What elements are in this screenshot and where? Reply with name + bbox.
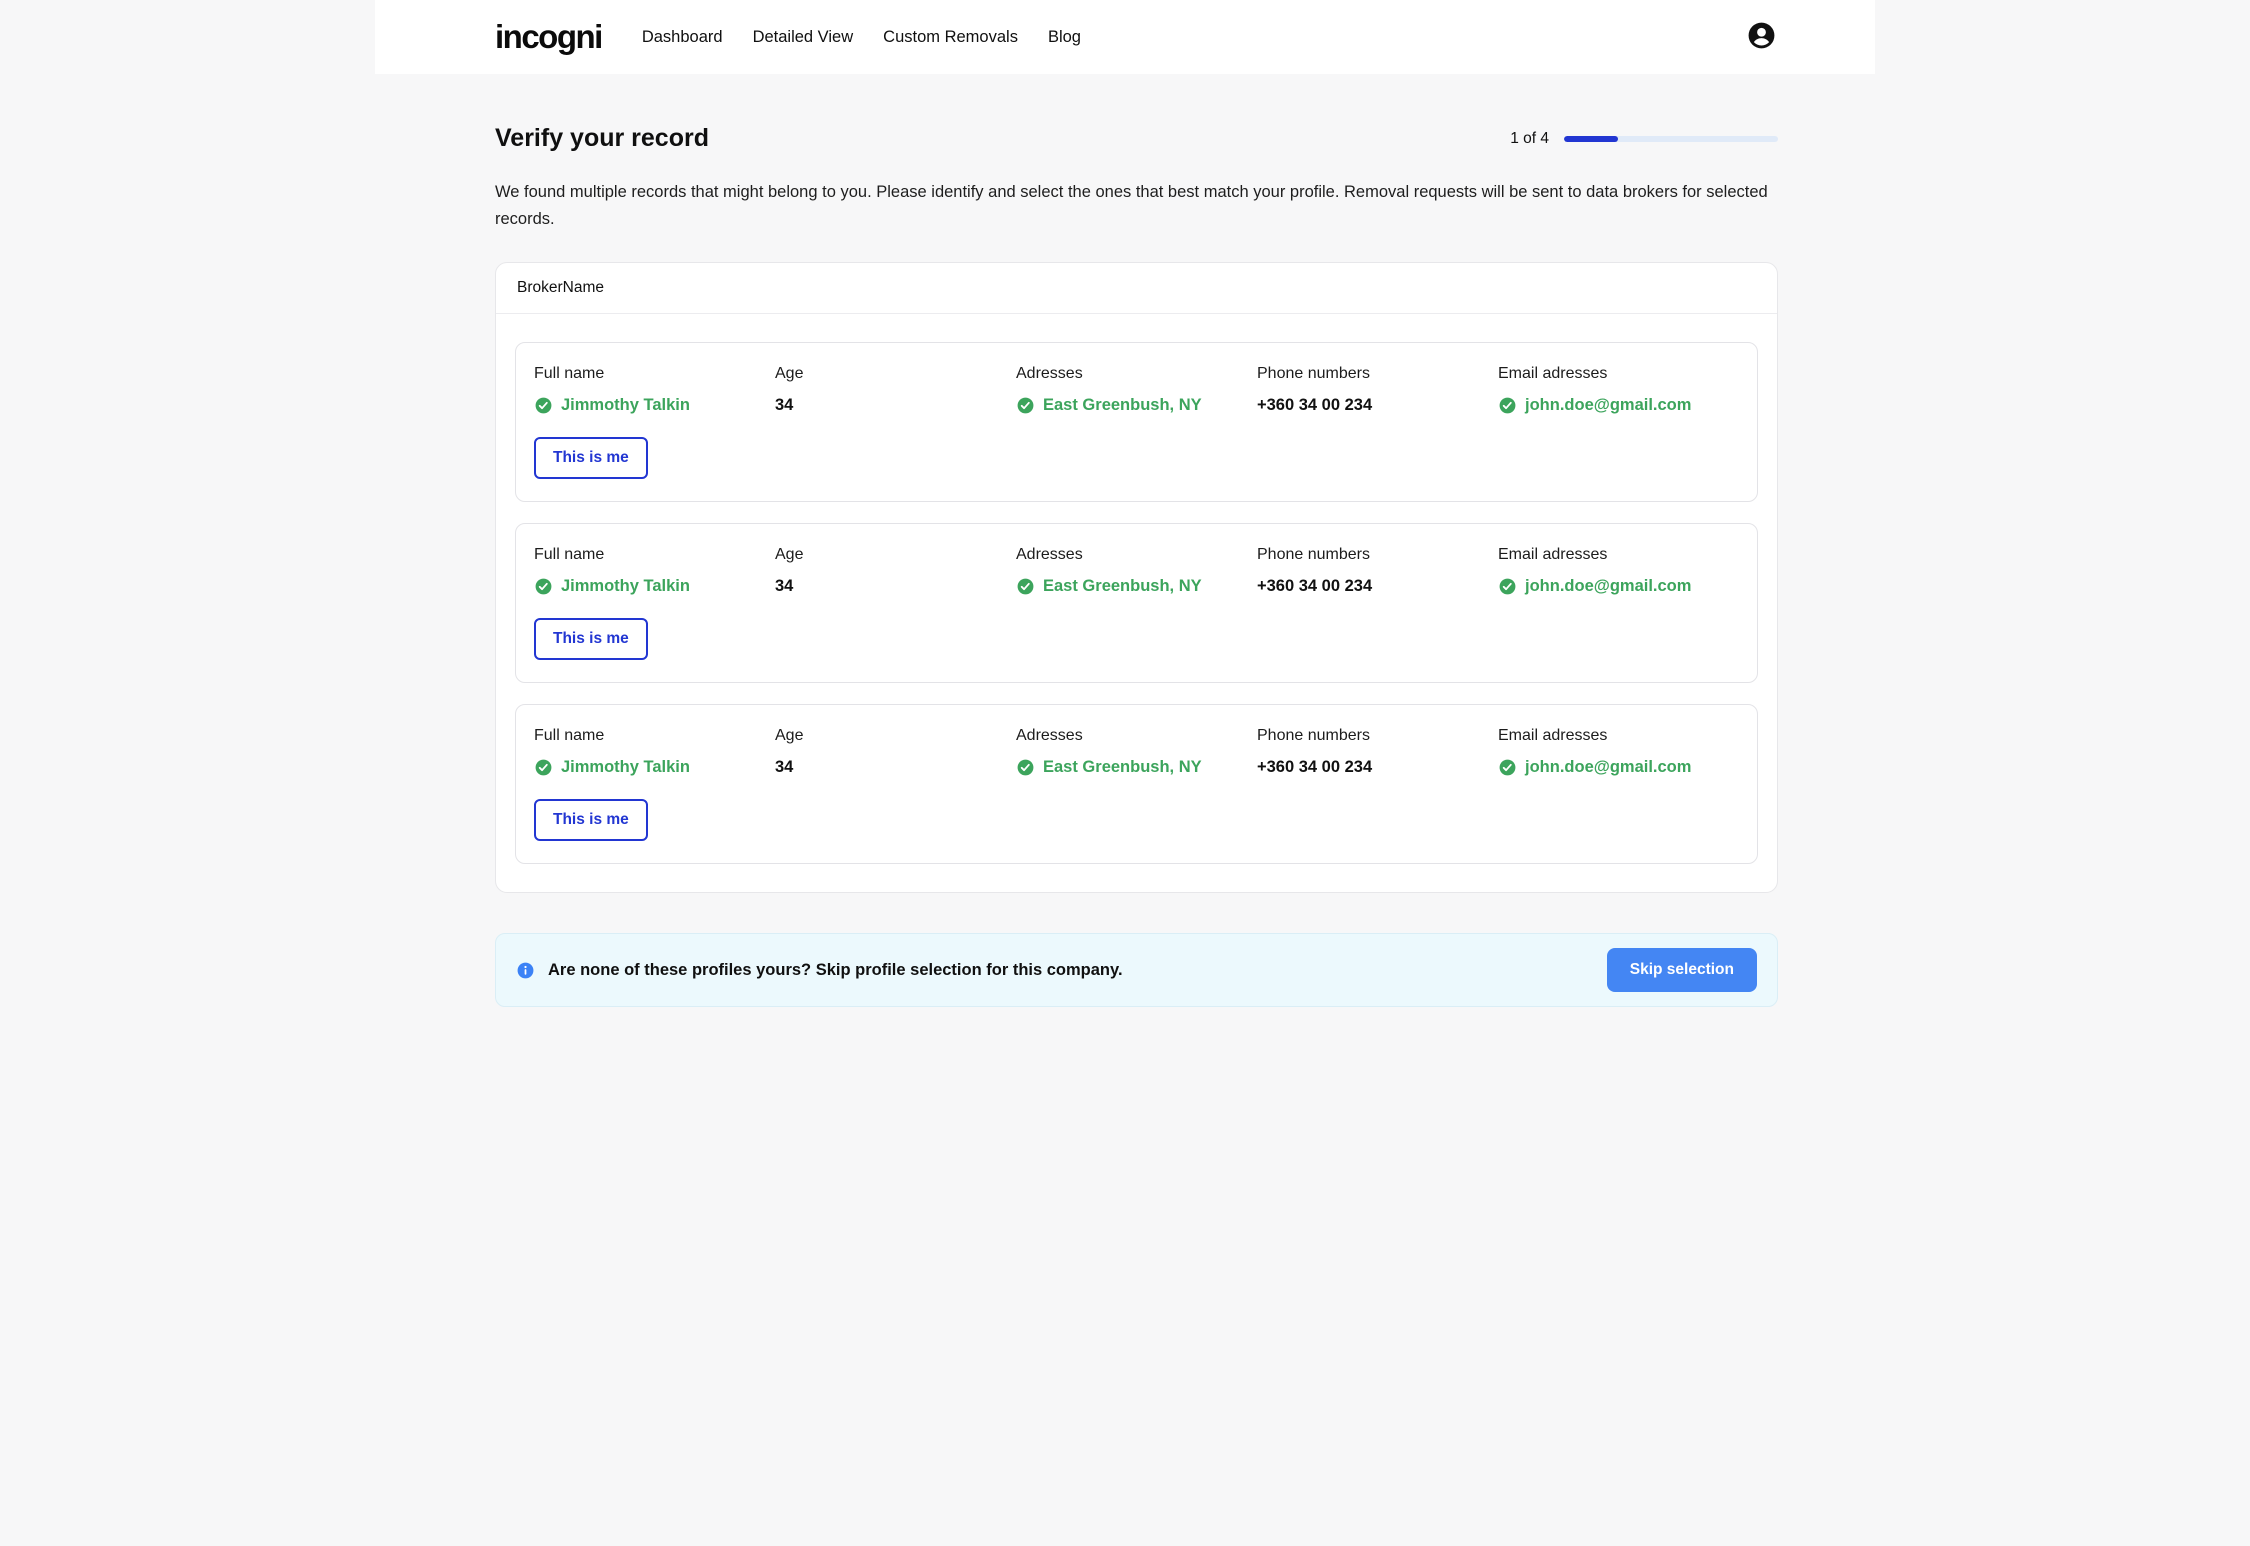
progress-indicator: 1 of 4: [1510, 130, 1778, 148]
field-label-emails: Email adresses: [1498, 365, 1739, 383]
field-label-addresses: Adresses: [1016, 727, 1257, 745]
record-col-full-name: Full name Jimmothy Talkin This is me: [534, 546, 775, 660]
record-age: 34: [775, 758, 793, 777]
check-icon: [534, 577, 553, 596]
record-full-name: Jimmothy Talkin: [561, 396, 690, 415]
record-email: john.doe@gmail.com: [1525, 758, 1691, 777]
field-label-addresses: Adresses: [1016, 365, 1257, 383]
field-label-age: Age: [775, 546, 1016, 564]
check-icon: [534, 758, 553, 777]
record-full-name: Jimmothy Talkin: [561, 577, 690, 596]
this-is-me-button[interactable]: This is me: [534, 799, 648, 841]
record-card: Full name Jimmothy Talkin This is me Age: [515, 342, 1758, 502]
record-col-phones: Phone numbers +360 34 00 234: [1257, 546, 1498, 660]
skip-selection-button[interactable]: Skip selection: [1607, 948, 1757, 992]
page: incogni Dashboard Detailed View Custom R…: [375, 0, 1875, 1047]
record-phone: +360 34 00 234: [1257, 758, 1372, 777]
check-icon: [1016, 396, 1035, 415]
record-col-emails: Email adresses john.doe@gmail.com: [1498, 727, 1739, 841]
record-address: East Greenbush, NY: [1043, 758, 1202, 777]
record-phone: +360 34 00 234: [1257, 396, 1372, 415]
field-label-phones: Phone numbers: [1257, 546, 1498, 564]
record-col-age: Age 34: [775, 727, 1016, 841]
check-icon: [534, 396, 553, 415]
record-col-emails: Email adresses john.doe@gmail.com: [1498, 365, 1739, 479]
field-label-full-name: Full name: [534, 546, 775, 564]
record-phone: +360 34 00 234: [1257, 577, 1372, 596]
record-col-phones: Phone numbers +360 34 00 234: [1257, 365, 1498, 479]
nav-link-detailed-view[interactable]: Detailed View: [753, 28, 854, 47]
record-card: Full name Jimmothy Talkin This is me Age: [515, 704, 1758, 864]
page-header: Verify your record 1 of 4: [495, 124, 1778, 153]
field-label-full-name: Full name: [534, 727, 775, 745]
record-email: john.doe@gmail.com: [1525, 396, 1691, 415]
nav-link-custom-removals[interactable]: Custom Removals: [883, 28, 1018, 47]
skip-banner: Are none of these profiles yours? Skip p…: [495, 933, 1778, 1007]
page-title: Verify your record: [495, 124, 709, 153]
record-col-full-name: Full name Jimmothy Talkin This is me: [534, 727, 775, 841]
this-is-me-button[interactable]: This is me: [534, 618, 648, 660]
record-email: john.doe@gmail.com: [1525, 577, 1691, 596]
check-icon: [1016, 577, 1035, 596]
record-col-age: Age 34: [775, 365, 1016, 479]
progress-label: 1 of 4: [1510, 130, 1549, 148]
check-icon: [1016, 758, 1035, 777]
record-col-emails: Email adresses john.doe@gmail.com: [1498, 546, 1739, 660]
check-icon: [1498, 577, 1517, 596]
progress-bar: [1564, 136, 1778, 142]
field-label-emails: Email adresses: [1498, 546, 1739, 564]
broker-name: BrokerName: [496, 263, 1777, 314]
check-icon: [1498, 758, 1517, 777]
record-col-addresses: Adresses East Greenbush, NY: [1016, 727, 1257, 841]
record-age: 34: [775, 577, 793, 596]
record-card: Full name Jimmothy Talkin This is me Age: [515, 523, 1758, 683]
record-col-full-name: Full name Jimmothy Talkin This is me: [534, 365, 775, 479]
record-full-name: Jimmothy Talkin: [561, 758, 690, 777]
record-col-addresses: Adresses East Greenbush, NY: [1016, 365, 1257, 479]
record-age: 34: [775, 396, 793, 415]
field-label-emails: Email adresses: [1498, 727, 1739, 745]
navbar: incogni Dashboard Detailed View Custom R…: [375, 0, 1875, 74]
record-col-addresses: Adresses East Greenbush, NY: [1016, 546, 1257, 660]
record-col-age: Age 34: [775, 546, 1016, 660]
skip-banner-message: Are none of these profiles yours? Skip p…: [548, 961, 1123, 980]
nav-links: Dashboard Detailed View Custom Removals …: [642, 28, 1081, 47]
field-label-age: Age: [775, 365, 1016, 383]
account-circle-icon: [1746, 20, 1777, 54]
incogni-logo[interactable]: incogni: [495, 18, 602, 56]
progress-fill: [1564, 136, 1618, 142]
check-icon: [1498, 396, 1517, 415]
field-label-phones: Phone numbers: [1257, 365, 1498, 383]
broker-card: BrokerName Full name Jimmothy Talkin: [495, 262, 1778, 893]
info-icon: [516, 961, 535, 980]
field-label-phones: Phone numbers: [1257, 727, 1498, 745]
field-label-full-name: Full name: [534, 365, 775, 383]
page-description: We found multiple records that might bel…: [495, 179, 1778, 232]
account-avatar-button[interactable]: [1746, 20, 1777, 54]
broker-records: Full name Jimmothy Talkin This is me Age: [496, 314, 1777, 892]
record-address: East Greenbush, NY: [1043, 396, 1202, 415]
field-label-addresses: Adresses: [1016, 546, 1257, 564]
field-label-age: Age: [775, 727, 1016, 745]
nav-link-dashboard[interactable]: Dashboard: [642, 28, 723, 47]
record-address: East Greenbush, NY: [1043, 577, 1202, 596]
record-col-phones: Phone numbers +360 34 00 234: [1257, 727, 1498, 841]
nav-link-blog[interactable]: Blog: [1048, 28, 1081, 47]
main-content: Verify your record 1 of 4 We found multi…: [375, 124, 1875, 1007]
this-is-me-button[interactable]: This is me: [534, 437, 648, 479]
